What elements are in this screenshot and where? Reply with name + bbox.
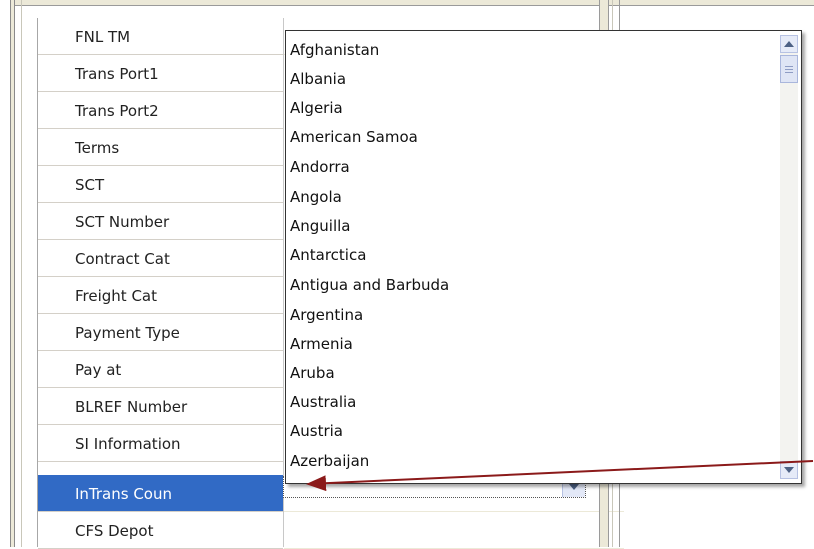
scroll-down-icon (784, 467, 794, 473)
property-label: CFS Depot (75, 522, 154, 540)
property-row[interactable]: BLREF Number (38, 388, 283, 425)
property-label-column: FNL TM Trans Port1 Trans Port2 Terms SCT… (38, 18, 284, 549)
scroll-up-icon (784, 41, 794, 47)
property-label: Payment Type (75, 324, 180, 342)
property-row[interactable]: Contract Cat (38, 240, 283, 277)
country-option[interactable]: Aruba (290, 364, 335, 382)
window-left-divider (21, 0, 22, 547)
property-row[interactable]: FNL TM (38, 18, 283, 55)
property-row[interactable]: Trans Port1 (38, 55, 283, 92)
country-option[interactable]: Andorra (290, 158, 350, 176)
property-label: SCT Number (75, 213, 170, 231)
country-option[interactable]: Antarctica (290, 246, 366, 264)
property-row[interactable]: SCT Number (38, 203, 283, 240)
property-label: FNL TM (75, 28, 131, 46)
country-option[interactable]: Azerbaijan (290, 452, 369, 470)
scroll-up-button[interactable] (780, 35, 798, 53)
property-label: Terms (75, 139, 120, 157)
property-label: BLREF Number (75, 398, 188, 416)
country-option[interactable]: American Samoa (290, 128, 418, 146)
country-option[interactable]: Australia (290, 393, 356, 411)
property-row[interactable]: SI Information (38, 425, 283, 462)
country-option[interactable]: Albania (290, 70, 346, 88)
property-label: Trans Port2 (75, 102, 159, 120)
country-dropdown-list: Afghanistan Albania Algeria American Sam… (285, 30, 802, 484)
property-label: Contract Cat (75, 250, 170, 268)
scrollbar-thumb[interactable] (780, 55, 798, 83)
property-row-selected[interactable]: InTrans Coun (38, 475, 283, 512)
window-left-frame (10, 0, 15, 547)
property-row[interactable]: Terms (38, 129, 283, 166)
country-option[interactable]: Algeria (290, 99, 343, 117)
property-row[interactable]: Freight Cat (38, 277, 283, 314)
property-label: SCT (75, 176, 105, 194)
country-option[interactable]: Austria (290, 422, 343, 440)
country-option[interactable]: Anguilla (290, 217, 351, 235)
property-row[interactable]: Payment Type (38, 314, 283, 351)
country-options: Afghanistan Albania Algeria American Sam… (286, 31, 778, 483)
window-top-frame (10, 0, 814, 6)
property-label: Pay at (75, 361, 122, 379)
scroll-down-button[interactable] (780, 461, 798, 479)
property-label: InTrans Coun (75, 485, 173, 503)
property-row[interactable]: Pay at (38, 351, 283, 388)
property-value-cell[interactable] (284, 512, 624, 549)
country-option[interactable]: Argentina (290, 306, 363, 324)
property-row[interactable]: SCT (38, 166, 283, 203)
property-row[interactable]: Trans Port2 (38, 92, 283, 129)
country-option[interactable]: Armenia (290, 335, 353, 353)
property-row[interactable]: CFS Depot (38, 512, 283, 549)
property-label: SI Information (75, 435, 181, 453)
country-option[interactable]: Angola (290, 188, 342, 206)
country-option[interactable]: Antigua and Barbuda (290, 276, 449, 294)
country-option[interactable]: Afghanistan (290, 41, 379, 59)
chevron-down-icon (569, 484, 579, 490)
dropdown-scrollbar[interactable] (780, 35, 798, 479)
property-label: Trans Port1 (75, 65, 159, 83)
property-label: Freight Cat (75, 287, 157, 305)
